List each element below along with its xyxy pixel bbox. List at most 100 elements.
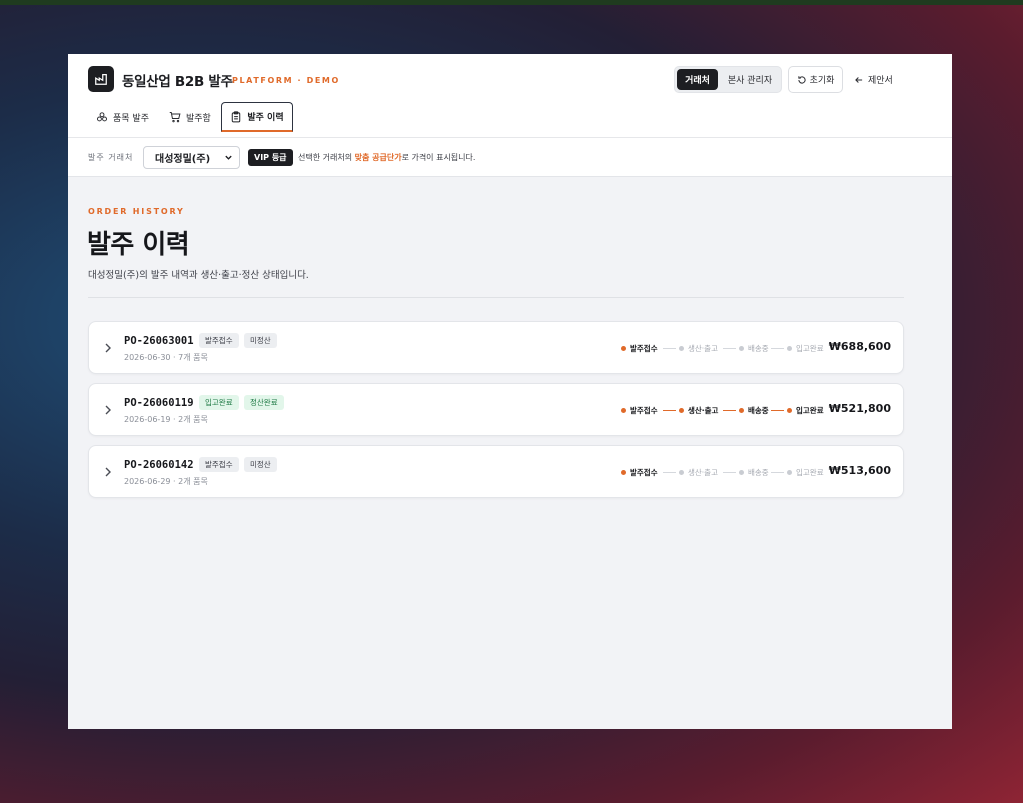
client-select[interactable]: 대성정밀(주) <box>143 146 240 169</box>
notice-suffix: 로 가격이 표시됩니다. <box>401 153 476 162</box>
progress-step: 배송중 <box>739 342 769 354</box>
tab-label: 발주함 <box>186 113 211 124</box>
page-description: 대성정밀(주)의 발주 내역과 생산·출고·정산 상태입니다. <box>88 270 309 281</box>
app-title: 동일산업 B2B 발주 <box>122 74 233 90</box>
order-row[interactable]: PO-26060119 입고완료 정산완료 2026-06-19 · 2개 품목 발주접… <box>88 383 904 436</box>
step-connector <box>723 410 736 411</box>
step-dot-icon <box>739 407 744 413</box>
client-bar: 발주 거래처 대성정밀(주) VIP 등급 선택한 거래처의 맞춤 공급단가로 … <box>68 138 952 177</box>
order-row[interactable]: PO-26060142 발주접수 미정산 2026-06-29 · 2개 품목 발주접수… <box>88 445 904 498</box>
arrow-left-icon <box>855 76 863 83</box>
tab-label: 품목 발주 <box>113 113 149 124</box>
progress-step: 배송중 <box>739 404 769 416</box>
boxes-icon <box>97 112 107 122</box>
step-label: 배송중 <box>748 343 769 353</box>
progress-step: 발주접수 <box>621 342 658 354</box>
order-amount: ₩521,800 <box>828 402 891 415</box>
step-dot-icon <box>679 345 684 351</box>
factory-logo-icon <box>88 66 114 92</box>
chevron-right-icon[interactable] <box>103 342 113 354</box>
settlement-badge: 미정산 <box>244 333 277 348</box>
progress-step: 입고완료 <box>787 404 824 416</box>
order-status-badge: 입고완료 <box>199 395 239 410</box>
tab-cart[interactable]: 발주함 <box>169 102 211 132</box>
progress-step: 배송중 <box>739 466 769 478</box>
step-label: 생산·출고 <box>688 405 719 415</box>
clipboard-icon <box>232 110 241 122</box>
chevron-right-icon[interactable] <box>103 404 113 416</box>
step-dot-icon <box>679 469 684 475</box>
step-dot-icon <box>787 469 792 475</box>
cart-icon <box>169 112 181 123</box>
po-number: PO-26060142 <box>124 459 194 471</box>
proposal-label: 제안서 <box>868 76 893 86</box>
step-dot-icon <box>739 469 744 475</box>
order-date-items: 2026-06-30 · 7개 품목 <box>124 353 208 362</box>
client-select-value: 대성정밀(주) <box>155 154 211 165</box>
order-status-badge: 발주접수 <box>199 457 239 472</box>
step-dot-icon <box>621 469 626 475</box>
progress-step: 발주접수 <box>621 404 658 416</box>
step-label: 입고완료 <box>796 405 824 415</box>
notice-highlight: 맞춤 공급단가 <box>354 153 402 162</box>
role-admin-button[interactable]: 본사 관리자 <box>721 69 779 90</box>
step-connector <box>771 472 784 473</box>
progress-step: 입고완료 <box>787 342 824 354</box>
page-eyebrow: ORDER HISTORY <box>88 207 185 216</box>
tab-label: 발주 이력 <box>247 113 284 123</box>
step-dot-icon <box>787 345 792 351</box>
step-connector <box>771 410 784 411</box>
notice-prefix: 선택한 거래처의 <box>298 153 355 162</box>
order-status-badge: 발주접수 <box>199 333 239 348</box>
settlement-badge: 정산완료 <box>244 395 284 410</box>
tab-order-history[interactable]: 발주 이력 <box>221 102 293 132</box>
progress-step: 발주접수 <box>621 466 658 478</box>
po-number: PO-26063001 <box>124 335 194 347</box>
order-amount: ₩513,600 <box>828 464 891 477</box>
progress-step: 생산·출고 <box>679 404 718 416</box>
step-label: 발주접수 <box>630 405 658 415</box>
settlement-badge: 미정산 <box>244 457 277 472</box>
role-switch: 거래처 본사 관리자 <box>674 66 782 93</box>
step-dot-icon <box>621 345 626 351</box>
chevron-down-icon <box>225 155 232 160</box>
progress-step: 생산·출고 <box>679 342 718 354</box>
step-label: 발주접수 <box>630 467 658 477</box>
progress-step: 생산·출고 <box>679 466 718 478</box>
pricing-notice: 선택한 거래처의 맞춤 공급단가로 가격이 표시됩니다. <box>298 152 475 163</box>
order-date-items: 2026-06-29 · 2개 품목 <box>124 477 208 486</box>
step-connector <box>663 472 676 473</box>
step-connector <box>663 410 676 411</box>
step-label: 입고완료 <box>796 467 824 477</box>
step-dot-icon <box>739 345 744 351</box>
progress-stepper: 발주접수 생산·출고 배송중 입고완료 <box>621 404 831 416</box>
step-dot-icon <box>679 407 684 413</box>
progress-stepper: 발주접수 생산·출고 배송중 입고완료 <box>621 342 831 354</box>
step-label: 입고완료 <box>796 343 824 353</box>
step-label: 발주접수 <box>630 343 658 353</box>
app-window: 동일산업 B2B 발주 PLATFORM · DEMO 거래처 본사 관리자 초… <box>68 54 952 729</box>
progress-step: 입고완료 <box>787 466 824 478</box>
chevron-right-icon[interactable] <box>103 466 113 478</box>
step-connector <box>771 348 784 349</box>
proposal-link[interactable]: 제안서 <box>854 66 893 93</box>
order-row[interactable]: PO-26063001 발주접수 미정산 2026-06-30 · 7개 품목 발주접수… <box>88 321 904 374</box>
po-number: PO-26060119 <box>124 397 194 409</box>
window-top-strip <box>0 0 1023 5</box>
app-subtitle: PLATFORM · DEMO <box>232 76 340 85</box>
reset-button[interactable]: 초기화 <box>788 66 843 93</box>
app-header: 동일산업 B2B 발주 PLATFORM · DEMO 거래처 본사 관리자 초… <box>68 54 952 138</box>
order-date-items: 2026-06-19 · 2개 품목 <box>124 415 208 424</box>
section-divider <box>88 297 904 298</box>
step-connector <box>723 348 736 349</box>
tab-item-order[interactable]: 품목 발주 <box>96 102 149 132</box>
step-label: 생산·출고 <box>688 343 718 353</box>
step-connector <box>663 348 676 349</box>
step-label: 배송중 <box>748 467 769 477</box>
page-title: 발주 이력 <box>87 230 190 260</box>
refresh-icon <box>797 75 806 84</box>
order-amount: ₩688,600 <box>828 340 891 353</box>
step-dot-icon <box>787 407 792 413</box>
step-connector <box>723 472 736 473</box>
role-client-button[interactable]: 거래처 <box>677 69 718 90</box>
